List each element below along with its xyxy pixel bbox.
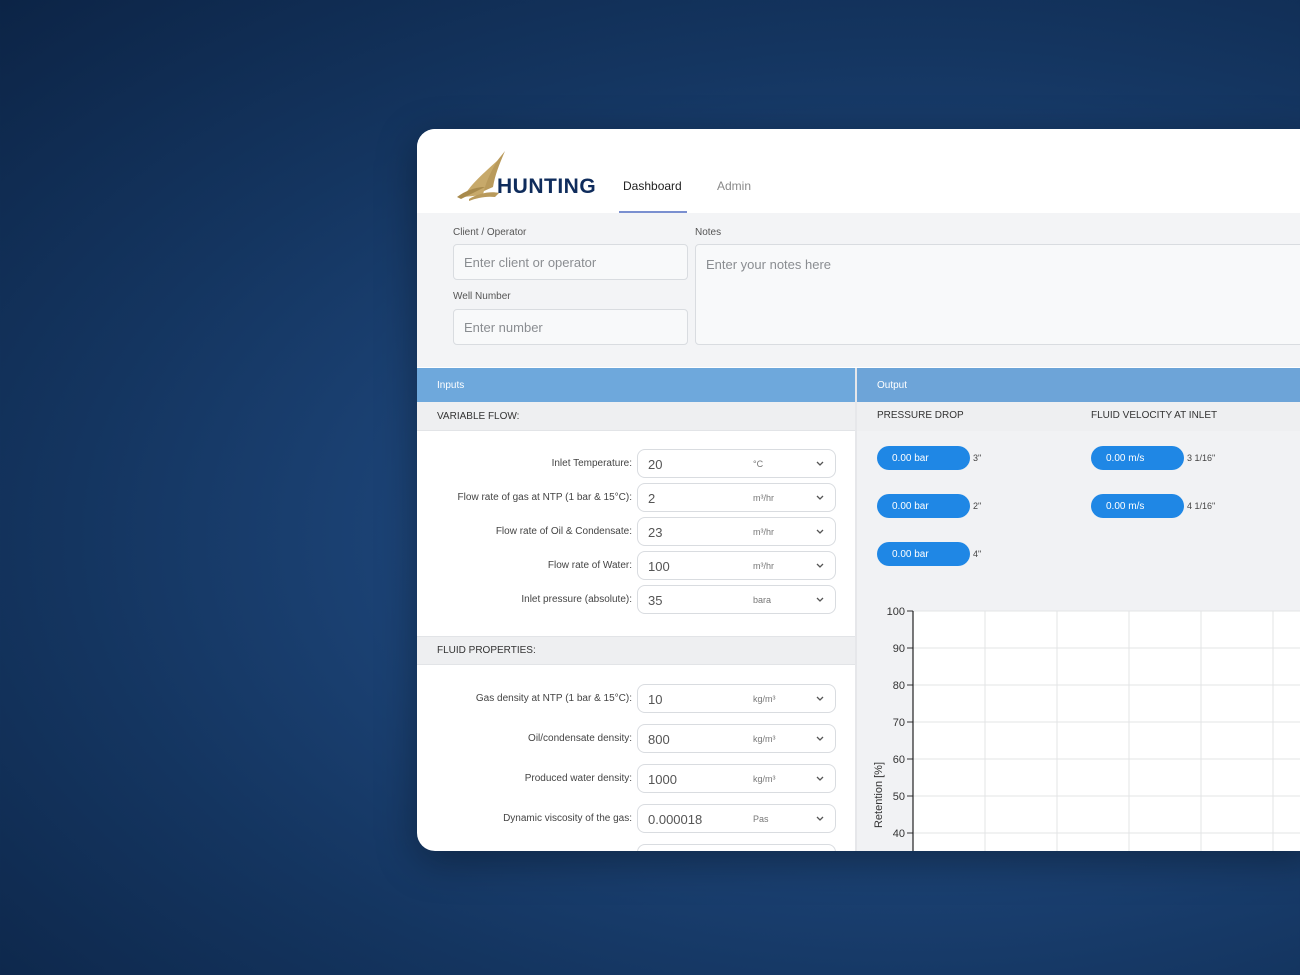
well-number-input[interactable]: Enter number — [453, 309, 688, 345]
fluid-properties-heading: FLUID PROPERTIES: — [417, 636, 855, 665]
y-axis-label: Retention [%] — [873, 762, 885, 828]
field-value: 0.000018 — [648, 812, 703, 827]
client-operator-input[interactable]: Enter client or operator — [453, 244, 688, 280]
field-label: Flow rate of gas at NTP (1 bar & 15°C): — [457, 492, 632, 503]
water-density-row: Produced water density: — [417, 764, 632, 793]
field-unit: Pas — [753, 814, 769, 824]
chevron-down-icon — [816, 529, 824, 534]
oil-flow-rate-select[interactable]: 23 m³/hr — [637, 517, 836, 546]
water-density-select[interactable]: 1000 kg/m³ — [637, 764, 836, 793]
chevron-down-icon — [816, 696, 824, 701]
water-flow-rate-select[interactable]: 100 m³/hr — [637, 551, 836, 580]
field-label: Dynamic viscosity of the gas: — [503, 813, 632, 824]
inlet-pressure-select[interactable]: 35 bara — [637, 585, 836, 614]
brand-name: HUNTING — [497, 175, 597, 198]
y-tick-label: 50 — [893, 791, 905, 803]
field-unit: bara — [753, 595, 772, 605]
notes-label: Notes — [695, 227, 722, 238]
pressure-drop-size: 2" — [973, 501, 982, 511]
field-unit: m³/hr — [753, 561, 774, 571]
field-unit: m³/hr — [753, 527, 774, 537]
variable-flow-heading: VARIABLE FLOW: — [417, 402, 855, 431]
field-unit: kg/m³ — [753, 774, 776, 784]
field-value: 23 — [648, 525, 663, 540]
chevron-down-icon — [816, 816, 824, 821]
inlet-pressure-row: Inlet pressure (absolute): — [417, 585, 632, 614]
next-property-select[interactable] — [637, 844, 836, 851]
plot-area — [913, 611, 1300, 851]
top-header: HUNTING Dashboard Admin — [417, 129, 1300, 213]
tab-admin[interactable]: Admin — [717, 179, 751, 193]
client-operator-label: Client / Operator — [453, 227, 527, 238]
water-flow-rate-row: Flow rate of Water: — [417, 551, 632, 580]
fluid-velocity-badge: 0.00 m/s — [1091, 446, 1184, 470]
client-section: Client / Operator Enter client or operat… — [417, 213, 1300, 367]
output-subheader: PRESSURE DROP FLUID VELOCITY AT INLET — [857, 402, 1300, 431]
tab-dashboard[interactable]: Dashboard — [623, 179, 682, 193]
oil-flow-rate-row: Flow rate of Oil & Condensate: — [417, 517, 632, 546]
fluid-velocity-size: 4 1/16" — [1187, 501, 1216, 511]
pressure-drop-size: 4" — [973, 549, 982, 559]
field-unit: m³/hr — [753, 493, 774, 503]
app-window: HUNTING Dashboard Admin Client / Operato… — [417, 129, 1300, 851]
well-number-label: Well Number — [453, 291, 511, 302]
gas-viscosity-select[interactable]: 0.000018 Pas — [637, 804, 836, 833]
fluid-velocity-badge: 0.00 m/s — [1091, 494, 1184, 518]
field-label: Gas density at NTP (1 bar & 15°C): — [475, 693, 632, 704]
chevron-down-icon — [816, 563, 824, 568]
field-unit: °C — [753, 459, 764, 469]
gas-flow-rate-row: Flow rate of gas at NTP (1 bar & 15°C): — [417, 483, 632, 512]
inlet-temperature-select[interactable]: 20 °C — [637, 449, 836, 478]
pressure-drop-badge: 0.00 bar — [877, 542, 970, 566]
chevron-down-icon — [816, 736, 824, 741]
inputs-panel-header: Inputs — [417, 368, 855, 402]
y-tick-label: 60 — [893, 754, 905, 766]
y-tick-label: 40 — [893, 828, 905, 840]
gas-viscosity-row: Dynamic viscosity of the gas: — [417, 804, 632, 833]
chevron-down-icon — [816, 461, 824, 466]
pressure-drop-size: 3" — [973, 453, 982, 463]
field-value: 35 — [648, 593, 663, 608]
pressure-drop-badge: 0.00 bar — [877, 446, 970, 470]
oil-density-select[interactable]: 800 kg/m³ — [637, 724, 836, 753]
field-value: 800 — [648, 732, 670, 747]
field-value: 20 — [648, 457, 663, 472]
field-value: 1000 — [648, 772, 677, 787]
field-value: 2 — [648, 491, 656, 506]
gas-density-select[interactable]: 10 kg/m³ — [637, 684, 836, 713]
field-value: 10 — [648, 692, 663, 707]
pressure-drop-badge: 0.00 bar — [877, 494, 970, 518]
field-unit: kg/m³ — [753, 694, 776, 704]
field-label: Inlet Temperature: — [551, 458, 632, 469]
y-tick-label: 70 — [893, 717, 905, 729]
chevron-down-icon — [816, 495, 824, 500]
output-panel-header: Output — [857, 368, 1300, 402]
field-label: Flow rate of Oil & Condensate: — [495, 526, 632, 537]
gas-flow-rate-select[interactable]: 2 m³/hr — [637, 483, 836, 512]
inlet-temperature-row: Inlet Temperature: — [417, 449, 632, 478]
field-label: Flow rate of Water: — [547, 560, 632, 571]
field-label: Inlet pressure (absolute): — [521, 594, 632, 605]
notes-textarea[interactable]: Enter your notes here — [695, 244, 1300, 345]
gas-density-row: Gas density at NTP (1 bar & 15°C): — [417, 684, 632, 713]
field-unit: kg/m³ — [753, 734, 776, 744]
fluid-velocity-title: FLUID VELOCITY AT INLET — [1091, 410, 1218, 421]
field-value: 100 — [648, 559, 670, 574]
fluid-velocity-size: 3 1/16" — [1187, 453, 1216, 463]
y-tick-label: 90 — [893, 643, 905, 655]
pressure-drop-title: PRESSURE DROP — [877, 410, 964, 421]
oil-density-row: Oil/condensate density: — [417, 724, 632, 753]
chevron-down-icon — [816, 776, 824, 781]
field-label: Oil/condensate density: — [528, 733, 632, 744]
y-tick-label: 80 — [893, 680, 905, 692]
retention-chart: 100 90 80 70 60 50 40 Retention [%] — [873, 606, 1300, 851]
y-tick-label: 100 — [887, 606, 905, 618]
field-label: Produced water density: — [524, 773, 632, 784]
chevron-down-icon — [816, 597, 824, 602]
